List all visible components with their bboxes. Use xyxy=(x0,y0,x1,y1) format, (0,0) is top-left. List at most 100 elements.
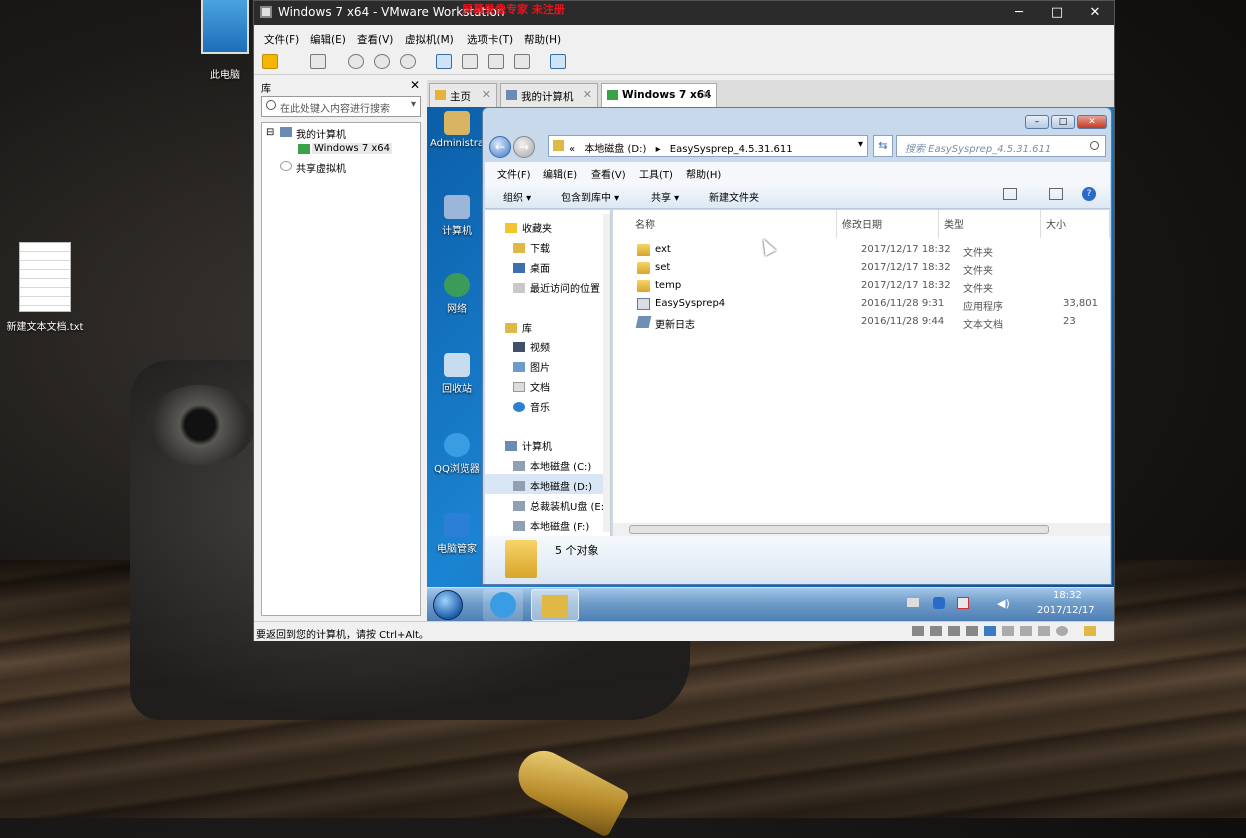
tree-item-my-computer[interactable]: 我的计算机 xyxy=(296,126,346,141)
nav-pictures[interactable]: 图片 xyxy=(513,359,550,374)
chevron-down-icon[interactable]: ▾ xyxy=(411,99,416,110)
desktop-icon-this-pc[interactable]: 此电脑 xyxy=(190,0,260,81)
column-size[interactable]: 大小 xyxy=(1041,210,1110,238)
column-type[interactable]: 类型 xyxy=(939,210,1041,238)
tab-close-icon[interactable]: ✕ xyxy=(482,88,491,101)
menu-help[interactable]: 帮助(H) xyxy=(524,32,561,47)
guest-icon-computer[interactable]: 计算机 xyxy=(429,195,485,237)
console-view-icon[interactable] xyxy=(550,54,566,69)
device-icon[interactable] xyxy=(1056,626,1068,636)
new-folder-button[interactable]: 新建文件夹 xyxy=(709,189,759,204)
file-row[interactable]: 更新日志 2016/11/28 9:44 文本文档 23 xyxy=(633,314,1110,332)
usb-icon[interactable] xyxy=(1002,626,1014,636)
fullscreen-icon[interactable] xyxy=(488,54,504,69)
nav-computer[interactable]: 计算机 xyxy=(505,438,552,453)
tree-item-shared-vms[interactable]: 共享虚拟机 xyxy=(296,160,346,175)
menu-tabs[interactable]: 选项卡(T) xyxy=(467,32,513,47)
nav-drive-c[interactable]: 本地磁盘 (C:) xyxy=(513,458,591,473)
nav-desktop[interactable]: 桌面 xyxy=(513,260,550,275)
minimize-button[interactable]: – xyxy=(1025,115,1049,129)
menu-file[interactable]: 文件(F) xyxy=(497,166,531,181)
snapshot-manager-icon[interactable] xyxy=(400,54,416,69)
library-close-icon[interactable]: ✕ xyxy=(410,78,420,92)
tab-close-icon[interactable]: ✕ xyxy=(583,88,592,101)
network-adapter-icon[interactable] xyxy=(984,626,996,636)
nav-favorites[interactable]: 收藏夹 xyxy=(505,220,552,235)
message-log-icon[interactable] xyxy=(1084,626,1096,636)
include-in-library-button[interactable]: 包含到库中 ▾ xyxy=(561,189,619,204)
menu-vm[interactable]: 虚拟机(M) xyxy=(405,32,454,47)
file-row[interactable]: temp 2017/12/17 18:32 文件夹 xyxy=(633,278,1110,296)
view-options-icon[interactable] xyxy=(1003,188,1017,200)
guest-screen[interactable]: Administra 计算机 网络 回收站 QQ浏览器 电脑管家 – □ ✕ ← →… xyxy=(427,107,1114,621)
breadcrumb-folder[interactable]: EasySysprep_4.5.31.611 xyxy=(670,144,793,155)
tab-windows7[interactable]: Windows 7 x64 ✕ xyxy=(601,83,717,107)
nav-drive-f[interactable]: 本地磁盘 (F:) xyxy=(513,518,589,533)
tray-security-icon[interactable] xyxy=(933,597,945,609)
nav-downloads[interactable]: 下载 xyxy=(513,240,550,255)
tab-close-icon[interactable]: ✕ xyxy=(702,88,711,101)
address-bar[interactable]: « 本地磁盘 (D:) ▸ EasySysprep_4.5.31.611 ▾ xyxy=(548,135,868,157)
explorer-search-input[interactable]: 搜索 EasySysprep_4.5.31.611 xyxy=(896,135,1106,157)
share-button[interactable]: 共享 ▾ xyxy=(651,189,679,204)
guest-icon-admin[interactable]: Administra xyxy=(429,111,485,149)
printer-icon[interactable] xyxy=(966,626,978,636)
menu-tools[interactable]: 工具(T) xyxy=(639,166,673,181)
pause-icon[interactable] xyxy=(262,54,278,69)
title-bar[interactable]: Windows 7 x64 - VMware Workstation 屏幕录像专… xyxy=(254,1,1114,25)
horizontal-scrollbar[interactable] xyxy=(613,523,1110,536)
tree-toggle-icon[interactable]: ⊟ xyxy=(266,127,274,138)
nav-music[interactable]: 音乐 xyxy=(513,399,550,414)
breadcrumb-overflow[interactable]: « xyxy=(569,144,575,155)
nav-videos[interactable]: 视频 xyxy=(513,339,550,354)
nav-documents[interactable]: 文档 xyxy=(513,379,550,394)
thumbnail-icon[interactable] xyxy=(462,54,478,69)
menu-view[interactable]: 查看(V) xyxy=(357,32,393,47)
column-date[interactable]: 修改日期 xyxy=(837,210,939,238)
file-row[interactable]: ext 2017/12/17 18:32 文件夹 xyxy=(633,242,1110,260)
tab-my-computer[interactable]: 我的计算机 ✕ xyxy=(500,83,598,107)
refresh-button[interactable]: ⇆ xyxy=(873,135,893,157)
tree-item-windows7[interactable]: Windows 7 x64 xyxy=(312,143,393,154)
menu-edit[interactable]: 编辑(E) xyxy=(543,166,577,181)
breadcrumb-drive[interactable]: 本地磁盘 (D:) xyxy=(584,144,646,155)
chevron-down-icon[interactable]: ▾ xyxy=(858,139,863,150)
guest-icon-recycle-bin[interactable]: 回收站 xyxy=(429,353,485,395)
clock-time[interactable]: 18:32 xyxy=(1053,590,1082,601)
display-icon[interactable] xyxy=(1038,626,1050,636)
file-row[interactable]: set 2017/12/17 18:32 文件夹 xyxy=(633,260,1110,278)
sound-icon[interactable] xyxy=(1020,626,1032,636)
menu-file[interactable]: 文件(F) xyxy=(264,32,299,47)
clock-date[interactable]: 2017/12/17 xyxy=(1037,605,1095,616)
tray-keyboard-icon[interactable] xyxy=(907,598,919,607)
guest-icon-network[interactable]: 网络 xyxy=(429,273,485,315)
revert-snapshot-icon[interactable] xyxy=(374,54,390,69)
nav-libraries[interactable]: 库 xyxy=(505,320,532,335)
taskbar-explorer[interactable] xyxy=(531,589,579,621)
taskbar-qq-browser[interactable] xyxy=(483,589,523,621)
nav-scrollbar[interactable] xyxy=(603,214,610,532)
send-ctrl-alt-del-icon[interactable] xyxy=(310,54,326,69)
scroll-thumb[interactable] xyxy=(629,525,1049,534)
maximize-button[interactable]: □ xyxy=(1042,3,1072,23)
cd-icon[interactable] xyxy=(948,626,960,636)
organize-button[interactable]: 组织 ▾ xyxy=(503,189,531,204)
unity-icon[interactable] xyxy=(514,54,530,69)
guest-icon-pc-manager[interactable]: 电脑管家 xyxy=(429,513,485,555)
show-library-icon[interactable] xyxy=(436,54,452,69)
tray-volume-icon[interactable]: ◀) xyxy=(997,597,1010,610)
maximize-button[interactable]: □ xyxy=(1051,115,1075,129)
close-button[interactable]: ✕ xyxy=(1077,115,1107,129)
close-button[interactable]: ✕ xyxy=(1080,3,1110,23)
nav-drive-d[interactable]: 本地磁盘 (D:) xyxy=(513,478,592,493)
back-button[interactable]: ← xyxy=(489,136,511,158)
hdd-icon[interactable] xyxy=(930,626,942,636)
menu-view[interactable]: 查看(V) xyxy=(591,166,626,181)
desktop-icon-text-file[interactable]: 新建文本文档.txt xyxy=(2,242,88,333)
chevron-right-icon[interactable]: ▸ xyxy=(656,144,661,155)
guest-icon-qq-browser[interactable]: QQ浏览器 xyxy=(429,433,485,475)
tray-network-icon[interactable] xyxy=(957,597,969,609)
help-icon[interactable]: ? xyxy=(1082,187,1096,201)
start-button[interactable] xyxy=(433,590,463,620)
file-row[interactable]: EasySysprep4 2016/11/28 9:31 应用程序 33,801 xyxy=(633,296,1110,314)
